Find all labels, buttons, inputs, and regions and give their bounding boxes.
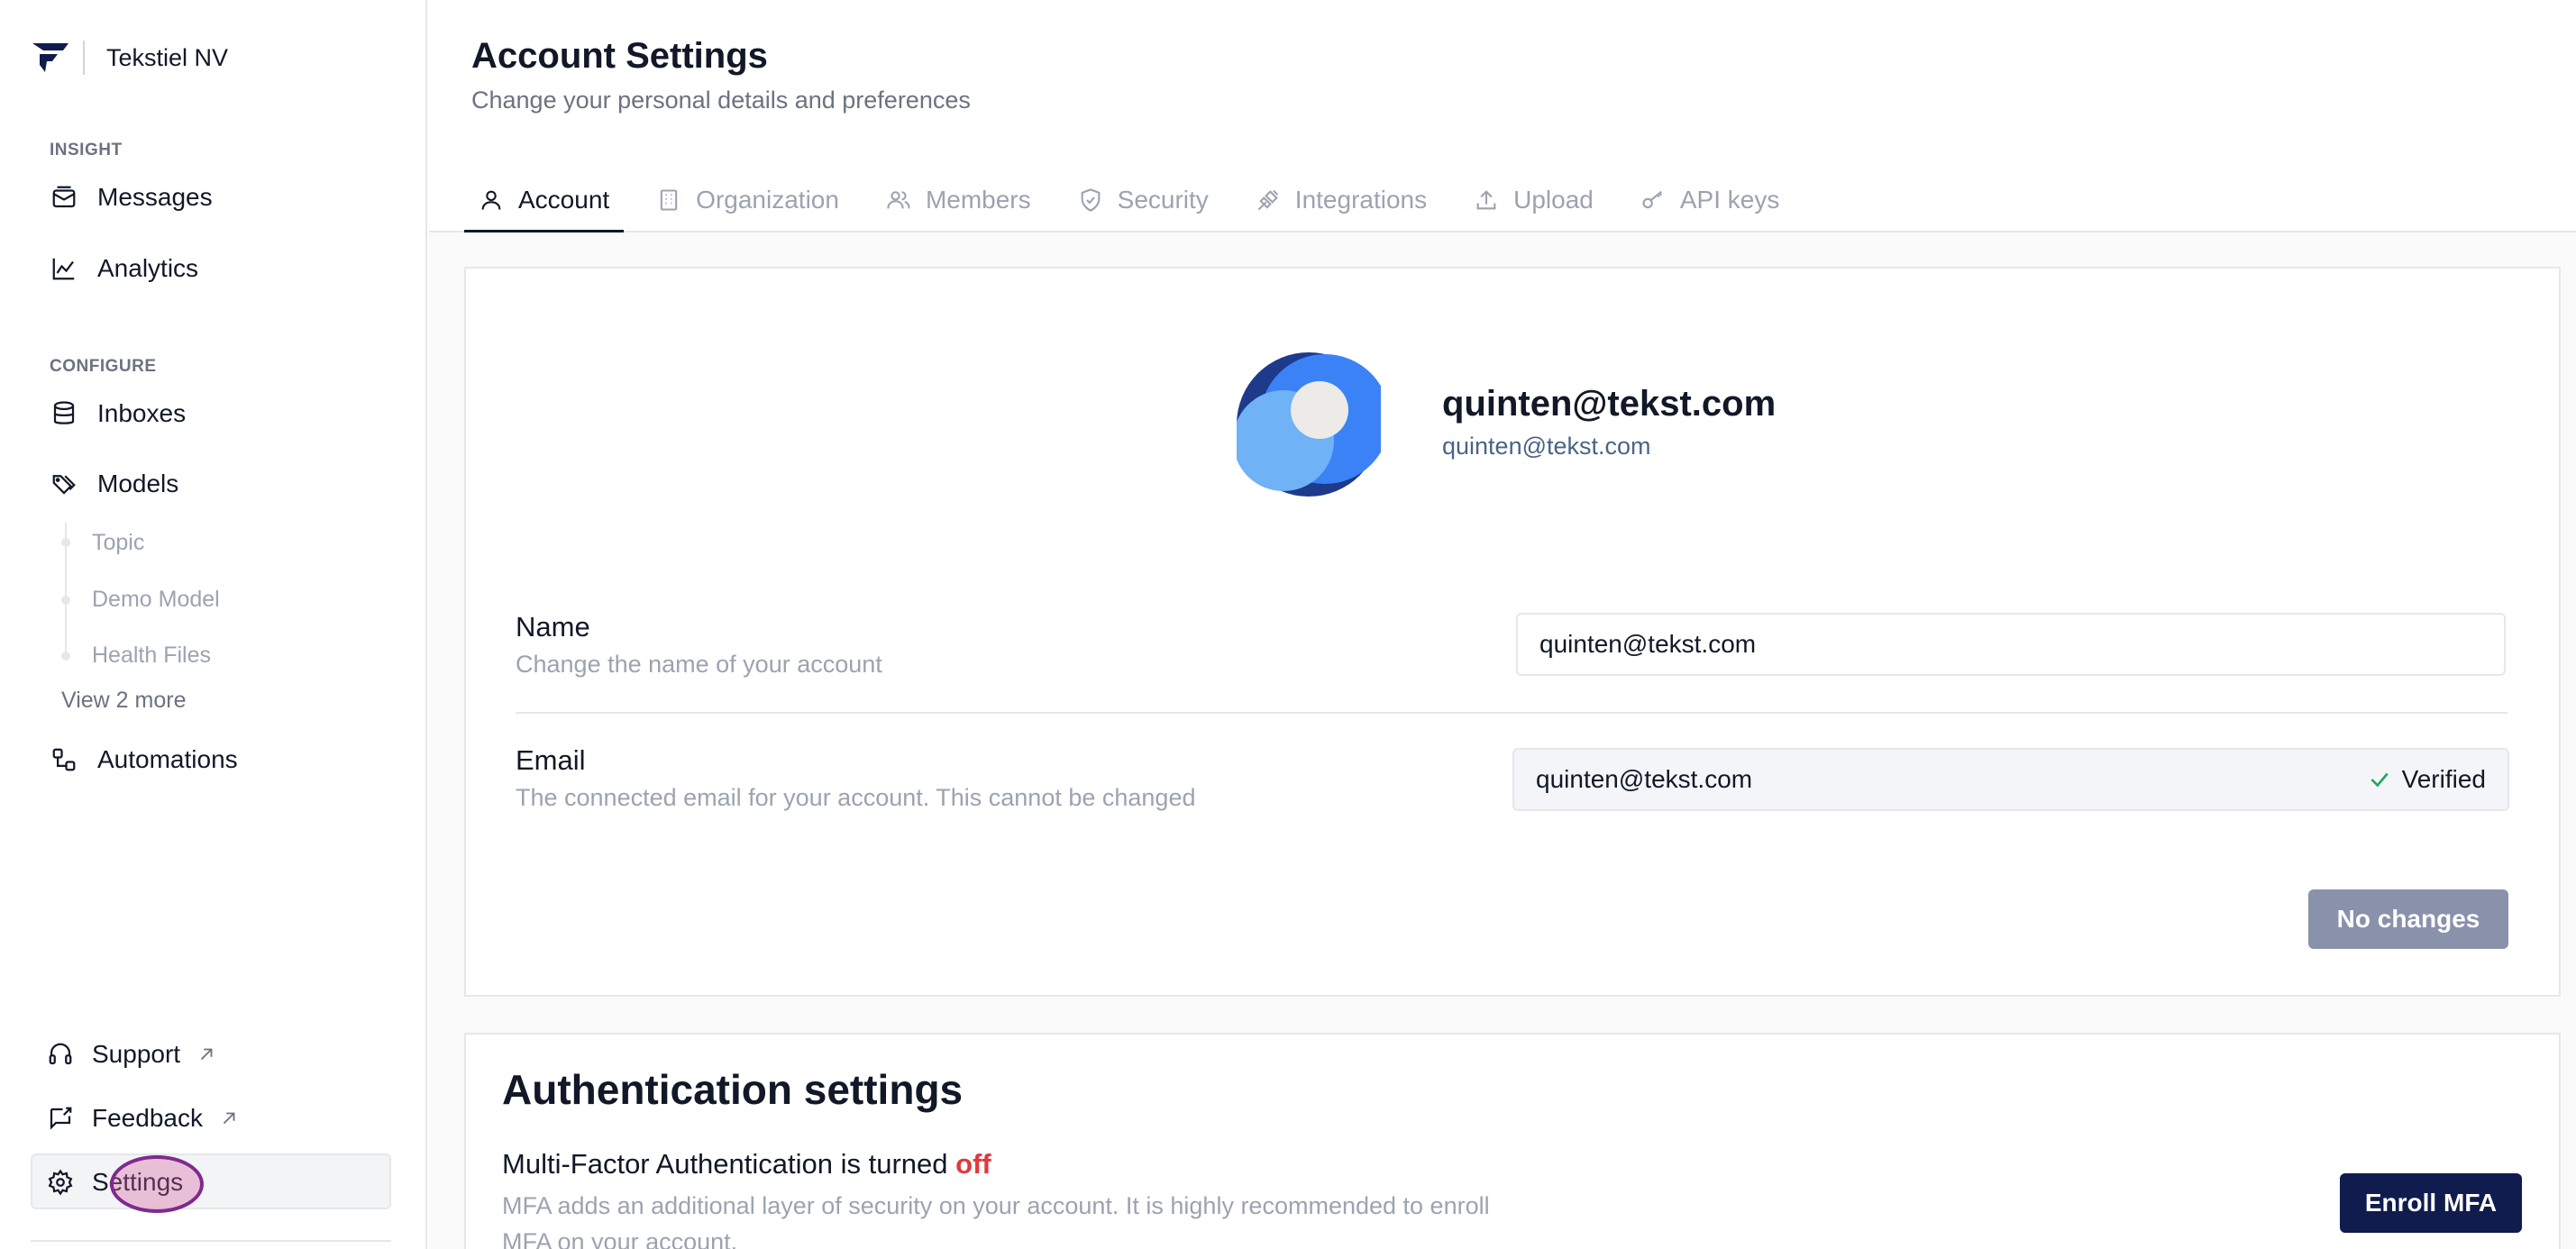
verified-badge: Verified [2368, 765, 2486, 794]
brand[interactable]: Tekstiel NV [31, 40, 228, 76]
save-button[interactable]: No changes [2308, 889, 2508, 949]
page-title: Account Settings [471, 36, 768, 76]
sidebar-item-label: Feedback [92, 1104, 203, 1132]
organization-name: Tekstiel NV [106, 43, 229, 71]
tags-icon [52, 475, 76, 495]
tree-dot [61, 652, 70, 661]
email-value: quinten@tekst.com [1536, 765, 1753, 793]
messages-icon [52, 186, 76, 208]
tab-label: Organization [696, 186, 839, 214]
auth-section-title: Authentication settings [502, 1066, 964, 1113]
sidebar-item-analytics[interactable]: Analytics [50, 249, 198, 288]
tree-dot [61, 538, 70, 547]
name-field[interactable] [1516, 613, 2506, 676]
mfa-status: Multi-Factor Authentication is turned of… [502, 1148, 991, 1181]
tab-label: Account [518, 186, 610, 214]
name-description: Change the name of your account [516, 651, 882, 678]
sidebar-item-support[interactable]: Support [47, 1035, 216, 1074]
tab-upload[interactable]: Upload [1459, 168, 1608, 232]
sidebar-item-feedback[interactable]: Feedback [47, 1099, 239, 1138]
tab-label: Security [1117, 186, 1209, 214]
profile-name: quinten@tekst.com [1442, 384, 1777, 424]
sidebar-item-label: Models [97, 470, 179, 497]
database-icon [53, 401, 75, 424]
sidebar-subitem-health-files[interactable]: Health Files [92, 643, 211, 669]
enroll-mfa-button[interactable]: Enroll MFA [2340, 1173, 2522, 1233]
sidebar-item-automations[interactable]: Automations [50, 740, 238, 779]
page-header: Account Settings Change your personal de… [429, 0, 2576, 232]
page-subtitle: Change your personal details and prefere… [471, 87, 971, 114]
automations-icon [52, 748, 76, 771]
sidebar-item-label: Messages [97, 183, 213, 211]
sidebar-subitem-demo-model[interactable]: Demo Model [92, 587, 220, 613]
key-icon [1642, 190, 1662, 209]
sidebar-item-models[interactable]: Models [50, 464, 178, 504]
headset-icon [49, 1043, 72, 1065]
view-more-link[interactable]: View 2 more [61, 688, 187, 714]
settings-tabs: Account Organization Members Security In… [464, 168, 1812, 232]
plug-icon [1257, 189, 1279, 211]
external-link-icon [223, 1112, 235, 1125]
sidebar-subitem-topic[interactable]: Topic [92, 530, 144, 556]
sidebar-item-inboxes[interactable]: Inboxes [50, 394, 186, 433]
click-indicator [110, 1155, 204, 1213]
main-content: Account Settings Change your personal de… [429, 0, 2576, 1249]
tab-label: API keys [1679, 186, 1780, 214]
verified-label: Verified [2401, 765, 2486, 793]
tab-members[interactable]: Members [872, 168, 1046, 232]
account-card: quinten@tekst.com quinten@tekst.com Name… [464, 267, 2561, 997]
sidebar-footer-divider [31, 1240, 391, 1242]
brand-logo-icon [32, 43, 69, 72]
user-icon [481, 190, 501, 210]
sidebar-item-label: Inboxes [97, 399, 187, 427]
tab-label: Integrations [1294, 186, 1428, 214]
gear-icon [48, 1169, 73, 1196]
check-icon [2370, 772, 2389, 788]
brand-divider [83, 41, 85, 75]
upload-icon [1476, 190, 1496, 210]
sidebar-item-label: Analytics [97, 254, 199, 282]
section-label-insight: INSIGHT [50, 141, 123, 160]
sidebar-item-label: Automations [97, 745, 238, 773]
shield-icon [1081, 188, 1101, 212]
sidebar-item-messages[interactable]: Messages [50, 178, 213, 217]
authentication-card: Authentication settings Multi-Factor Aut… [464, 1033, 2561, 1249]
mfa-description: MFA adds an additional layer of security… [502, 1192, 1490, 1249]
email-label: Email [516, 744, 586, 776]
analytics-icon [52, 258, 75, 280]
building-icon [660, 189, 678, 211]
avatar [1237, 352, 1381, 497]
tab-label: Members [925, 186, 1031, 214]
sidebar: Tekstiel NV INSIGHT Messages Analytics C… [0, 0, 427, 1249]
tab-security[interactable]: Security [1064, 168, 1223, 232]
tree-dot [61, 596, 70, 605]
section-label-configure: CONFIGURE [50, 357, 157, 376]
sidebar-item-label: Support [92, 1040, 181, 1068]
users-icon [887, 191, 910, 209]
name-label: Name [516, 611, 590, 643]
tab-organization[interactable]: Organization [642, 168, 854, 232]
tab-account[interactable]: Account [464, 168, 625, 232]
mfa-state: off [955, 1148, 991, 1180]
mfa-status-text: Multi-Factor Authentication is turned [502, 1148, 948, 1180]
profile-email: quinten@tekst.com [1442, 433, 1651, 460]
email-description: The connected email for your account. Th… [516, 784, 1196, 811]
row-divider [516, 712, 2507, 714]
feedback-icon [50, 1107, 72, 1130]
tab-api-keys[interactable]: API keys [1626, 168, 1794, 232]
email-field: quinten@tekst.com Verified [1512, 748, 2509, 811]
external-link-icon [200, 1048, 213, 1061]
tab-label: Upload [1513, 186, 1594, 214]
tab-integrations[interactable]: Integrations [1241, 168, 1441, 232]
